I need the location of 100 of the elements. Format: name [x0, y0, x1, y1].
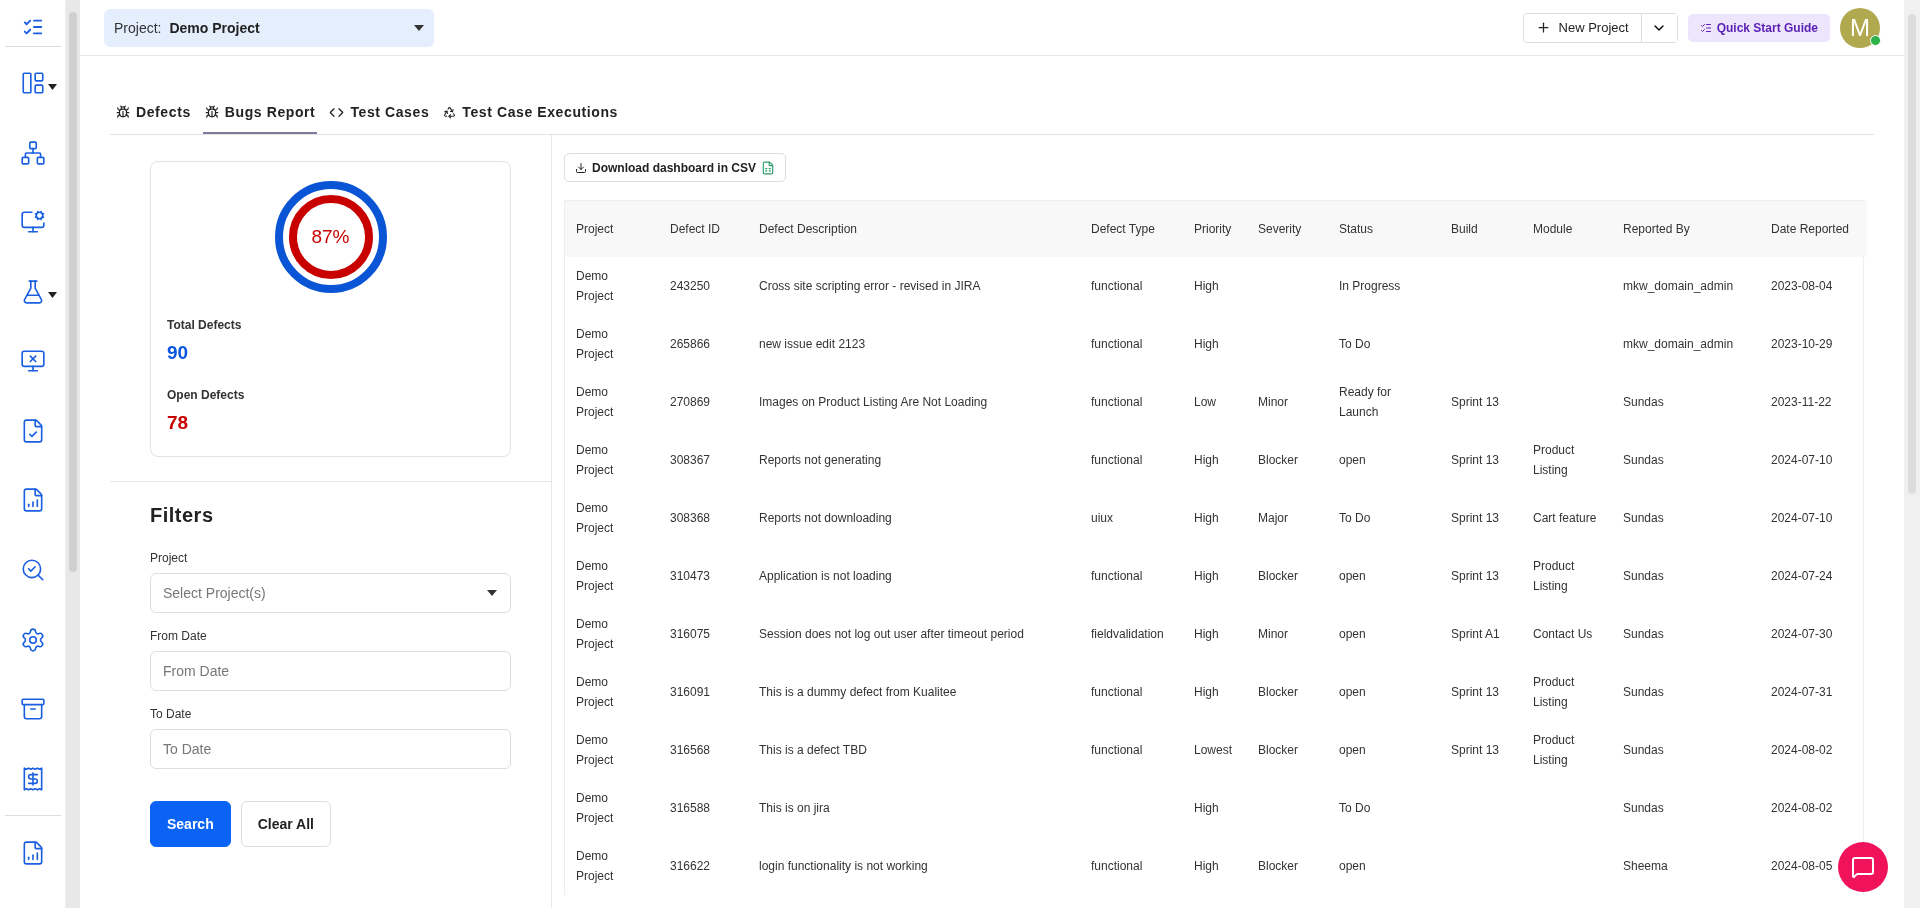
scrollbar-thumb[interactable]: [69, 12, 77, 572]
table-cell: 2024-07-10: [1771, 511, 1833, 525]
total-defects-value: 90: [167, 342, 190, 364]
table-cell: Blocker: [1258, 685, 1298, 699]
table-cell: Blocker: [1258, 743, 1298, 757]
table-cell: uiux: [1091, 511, 1113, 525]
search-button[interactable]: Search: [150, 801, 231, 847]
table-cell: open: [1339, 627, 1366, 641]
table-cell: Product Listing: [1533, 733, 1575, 767]
table-cell: Sundas: [1623, 743, 1664, 757]
table-cell: fieldvalidation: [1091, 627, 1164, 641]
table-cell: Sprint 13: [1451, 395, 1500, 409]
table-cell: Application is not loading: [759, 569, 892, 583]
table-cell: Demo Project: [576, 327, 614, 361]
table-cell: 308367: [670, 453, 711, 467]
caret-icon: [47, 292, 57, 299]
bug-icon: [116, 105, 130, 119]
date-field[interactable]: To Date: [150, 729, 511, 769]
caret-icon: [47, 83, 57, 90]
table-cell: open: [1339, 453, 1366, 467]
tab[interactable]: Defects: [114, 96, 193, 134]
table-cell: mkw_domain_admin: [1623, 337, 1734, 351]
table-cell: To Do: [1339, 801, 1371, 815]
table-cell: Minor: [1258, 627, 1288, 641]
table-cell: High: [1194, 453, 1219, 467]
table-cell: Sprint 13: [1451, 453, 1500, 467]
table-cell: functional: [1091, 395, 1143, 409]
table-cell: Sundas: [1623, 395, 1664, 409]
field-label: From Date: [150, 629, 208, 643]
column-header: Project: [565, 201, 659, 257]
table-cell: Demo Project: [576, 269, 614, 303]
table-cell: Major: [1258, 511, 1288, 525]
open-defects-value: 78: [167, 412, 190, 434]
table-cell: 2023-10-29: [1771, 337, 1833, 351]
clear-button[interactable]: Clear All: [240, 801, 331, 847]
table-cell: functional: [1091, 685, 1143, 699]
table-cell: 2024-08-02: [1771, 743, 1833, 757]
table-cell: Product Listing: [1533, 559, 1575, 593]
field-label: Project: [150, 551, 189, 565]
table-cell: Demo Project: [576, 675, 614, 709]
table-cell: Cart feature: [1533, 511, 1597, 525]
table-cell: Sundas: [1623, 453, 1664, 467]
table-cell: 308368: [670, 511, 711, 525]
caret-icon: [487, 590, 497, 596]
table-cell: 316091: [670, 685, 711, 699]
column-header: Status: [1328, 201, 1440, 257]
table-cell: open: [1339, 569, 1366, 583]
column-header: Build: [1440, 201, 1522, 257]
table-cell: High: [1194, 801, 1219, 815]
column-header: Module: [1522, 201, 1612, 257]
table-cell: Blocker: [1258, 453, 1298, 467]
table-cell: Demo Project: [576, 559, 614, 593]
dropdown-button[interactable]: [1640, 13, 1677, 42]
table-cell: new issue edit 2123: [759, 337, 866, 351]
bug-icon: [204, 105, 219, 119]
download-csv-button[interactable]: Download dashboard in CSV: [564, 153, 786, 182]
table-cell: Sundas: [1623, 511, 1664, 525]
table-cell: 2024-08-02: [1771, 801, 1833, 815]
table-cell: Product Listing: [1533, 675, 1575, 709]
chat-button[interactable]: [1838, 842, 1888, 892]
filters-title: Filters: [150, 504, 215, 527]
column-header: Defect ID: [659, 201, 748, 257]
plus-icon: [1535, 20, 1551, 35]
table-cell: Demo Project: [576, 443, 614, 477]
table-cell: Sundas: [1623, 801, 1664, 815]
project-select[interactable]: Project: Demo Project: [104, 8, 434, 47]
table-cell: Demo Project: [576, 617, 614, 651]
table-cell: Sundas: [1623, 569, 1664, 583]
date-field[interactable]: From Date: [150, 651, 511, 691]
column-header: Severity: [1247, 201, 1328, 257]
table-cell: Sprint A1: [1451, 627, 1500, 641]
tab[interactable]: Test Case Executions: [441, 96, 620, 134]
tab[interactable]: Test Cases: [327, 96, 432, 134]
table-cell: login functionality is not working: [759, 859, 928, 873]
table-cell: Cross site scripting error - revised in JIRA: [759, 279, 981, 293]
spreadsheet-file-icon: [761, 160, 775, 175]
column-header: Reported By: [1612, 201, 1760, 257]
table-cell: Minor: [1258, 395, 1288, 409]
project-value: Demo Project: [169, 19, 261, 36]
table-cell: Images on Product Listing Are Not Loading: [759, 395, 988, 409]
table-cell: High: [1194, 685, 1219, 699]
table-cell: This is a defect TBD: [759, 743, 867, 757]
table-cell: Demo Project: [576, 385, 614, 419]
table-cell: To Do: [1339, 337, 1371, 351]
select-field[interactable]: Select Project(s): [150, 573, 511, 613]
table-cell: 265866: [670, 337, 711, 351]
table-cell: open: [1339, 685, 1366, 699]
tab[interactable]: Bugs Report: [202, 96, 318, 134]
table-cell: Demo Project: [576, 791, 614, 825]
project-label: Project:: [114, 19, 162, 36]
table-cell: 243250: [670, 279, 711, 293]
column-header: Defect Description: [748, 201, 1080, 257]
table-cell: High: [1194, 627, 1219, 641]
quick-start-button[interactable]: Quick Start Guide: [1687, 13, 1830, 42]
table-cell: 2024-07-24: [1771, 569, 1833, 583]
table-cell: High: [1194, 511, 1219, 525]
table-cell: 310473: [670, 569, 711, 583]
table-cell: Demo Project: [576, 501, 614, 535]
table-cell: 316588: [670, 801, 711, 815]
table-cell: To Do: [1339, 511, 1371, 525]
